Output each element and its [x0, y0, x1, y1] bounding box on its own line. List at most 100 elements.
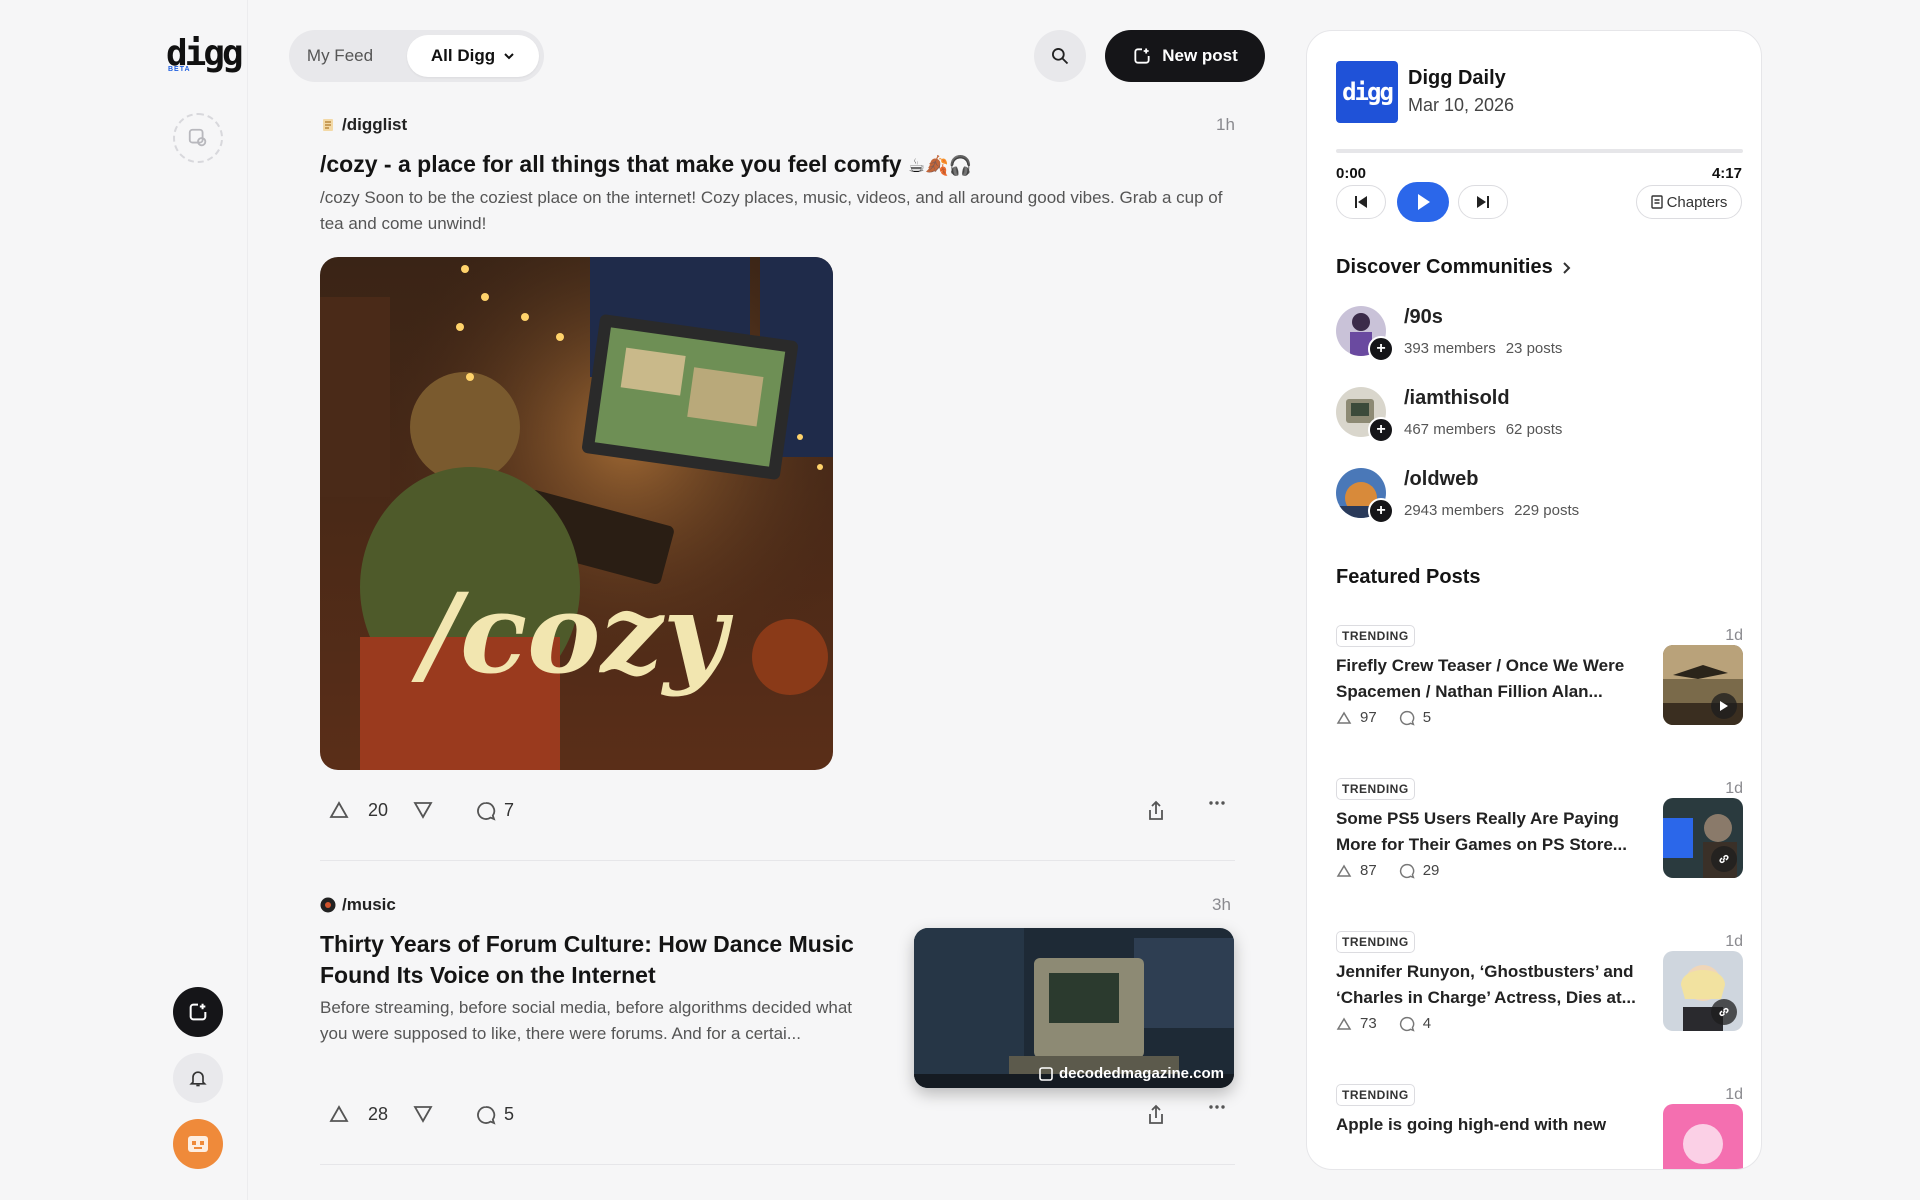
- bell-icon: [189, 1071, 207, 1087]
- post-title-emoji: ☕🍂🎧: [907, 156, 973, 177]
- notifications-button[interactable]: [173, 1053, 223, 1103]
- discover-communities-header[interactable]: Discover Communities: [1336, 256, 1571, 279]
- community-stats: 467 members 62 posts: [1404, 421, 1572, 438]
- comment-icon: [1399, 710, 1415, 726]
- audio-progress-bar[interactable]: [1336, 149, 1743, 153]
- featured-post-item[interactable]: TRENDING 1d Jennifer Runyon, ‘Ghostbuste…: [1336, 931, 1743, 1061]
- beta-label: BETA: [168, 66, 191, 73]
- featured-posts-header: Featured Posts: [1336, 566, 1480, 589]
- upvote-icon: [1336, 864, 1352, 877]
- featured-thumbnail[interactable]: [1663, 645, 1743, 725]
- post-community[interactable]: /digglist: [320, 115, 407, 135]
- comment-count: 4: [1422, 1015, 1432, 1032]
- play-badge: [1711, 693, 1737, 719]
- upvote-icon: [329, 801, 349, 818]
- source-label: decodedmagazine.com: [1039, 1065, 1224, 1082]
- featured-thumbnail[interactable]: [1663, 1104, 1743, 1169]
- share-button[interactable]: [1146, 1104, 1166, 1126]
- featured-post-item[interactable]: TRENDING 1d Apple is going high-end with…: [1336, 1084, 1743, 1169]
- source-domain: decodedmagazine.com: [1058, 1065, 1224, 1082]
- downvote-button[interactable]: [412, 800, 434, 820]
- comments-button[interactable]: 5: [476, 1104, 514, 1125]
- post-thumbnail[interactable]: decodedmagazine.com: [914, 928, 1234, 1088]
- digg-logo[interactable]: digg BETA: [166, 36, 244, 76]
- comment-stat: 29: [1399, 862, 1439, 879]
- previous-button[interactable]: [1336, 185, 1386, 219]
- more-button[interactable]: [1208, 1104, 1226, 1110]
- trending-badge: TRENDING: [1336, 931, 1415, 953]
- featured-stats: 73 4: [1336, 1015, 1431, 1032]
- comment-icon: [1399, 863, 1415, 879]
- featured-thumbnail[interactable]: [1663, 951, 1743, 1031]
- join-community-button[interactable]: +: [1368, 417, 1394, 443]
- join-community-button[interactable]: +: [1368, 498, 1394, 524]
- cozy-image-text: /cozy: [411, 569, 734, 698]
- daily-date: Mar 10, 2026: [1408, 95, 1515, 115]
- digglist-icon: [323, 119, 333, 131]
- community-item-oldweb[interactable]: + /oldweb 2943 members 229 posts: [1336, 468, 1736, 524]
- post-community-label: /digglist: [342, 115, 408, 134]
- next-button[interactable]: [1458, 185, 1508, 219]
- community-name: /oldweb: [1404, 468, 1479, 490]
- post-title[interactable]: /cozy - a place for all things that make…: [320, 149, 1220, 182]
- post-description: Before streaming, before social media, b…: [320, 998, 853, 1043]
- more-button[interactable]: [1208, 800, 1226, 806]
- featured-age: 1d: [1725, 627, 1743, 644]
- create-community-button[interactable]: [173, 113, 223, 163]
- new-post-button[interactable]: New post: [1105, 30, 1265, 82]
- featured-post-item[interactable]: TRENDING 1d Some PS5 Users Really Are Pa…: [1336, 778, 1743, 908]
- upvote-icon: [329, 1105, 349, 1122]
- featured-thumbnail[interactable]: [1663, 798, 1743, 878]
- user-avatar[interactable]: [173, 1119, 223, 1169]
- digg-daily-logo: digg: [1336, 61, 1398, 123]
- chapters-label: Chapters: [1666, 193, 1728, 211]
- post-community-label: /music: [342, 895, 396, 914]
- community-members: 2943 members: [1404, 502, 1505, 519]
- post-description: /cozy Soon to be the coziest place on th…: [320, 188, 1223, 233]
- chevron-right-icon: [1563, 261, 1571, 274]
- comment-icon: [1399, 1016, 1415, 1032]
- share-icon: [1149, 1104, 1163, 1124]
- community-item-90s[interactable]: + /90s 393 members 23 posts: [1336, 306, 1736, 362]
- link-badge: [1711, 846, 1737, 872]
- search-button[interactable]: [1034, 30, 1086, 82]
- community-item-iamthisold[interactable]: + /iamthisold 467 members 62 posts: [1336, 387, 1736, 443]
- downvote-icon: [413, 1106, 433, 1123]
- upvote-stat: 73: [1336, 1015, 1377, 1032]
- trending-badge: TRENDING: [1336, 778, 1415, 800]
- upvote-button[interactable]: [328, 1104, 350, 1124]
- post-actions: 20 7: [320, 800, 1235, 830]
- upvote-stat: 97: [1336, 709, 1377, 726]
- link-icon: [1719, 1007, 1729, 1017]
- downvote-button[interactable]: [412, 1104, 434, 1124]
- featured-stats: 97 5: [1336, 709, 1431, 726]
- link-badge: [1711, 999, 1737, 1025]
- play-button[interactable]: [1397, 182, 1449, 222]
- featured-age: 1d: [1725, 933, 1743, 950]
- tab-my-feed[interactable]: My Feed: [299, 35, 381, 77]
- share-button[interactable]: [1146, 800, 1166, 822]
- post-image[interactable]: /cozy: [320, 257, 833, 770]
- featured-title-text: Jennifer Runyon, ‘Ghostbusters’ and ‘Cha…: [1336, 962, 1636, 1007]
- tab-my-feed-label: My Feed: [306, 46, 374, 65]
- upvote-count: 97: [1360, 709, 1377, 726]
- daily-title[interactable]: Digg Daily: [1408, 67, 1506, 90]
- tab-all-digg[interactable]: All Digg: [407, 35, 539, 77]
- feed-switcher: My Feed All Digg: [289, 30, 544, 82]
- post-time: 1h: [1216, 115, 1235, 134]
- featured-title-text: Some PS5 Users Really Are Paying More fo…: [1336, 809, 1627, 854]
- post-title[interactable]: Thirty Years of Forum Culture: How Dance…: [320, 929, 900, 991]
- post-community[interactable]: /music: [320, 895, 396, 915]
- community-posts: 62 posts: [1505, 421, 1563, 438]
- compose-button[interactable]: [173, 987, 223, 1037]
- comments-button[interactable]: 7: [476, 800, 514, 821]
- featured-title-text: Firefly Crew Teaser / Once We Were Space…: [1336, 656, 1625, 701]
- join-community-button[interactable]: +: [1368, 336, 1394, 362]
- comment-count: 7: [504, 800, 515, 820]
- upvote-button[interactable]: [328, 800, 350, 820]
- more-icon: [1209, 801, 1225, 805]
- play-icon: [1720, 701, 1728, 711]
- chapters-button[interactable]: Chapters: [1636, 185, 1742, 219]
- chat-add-icon: [188, 128, 207, 147]
- featured-post-item[interactable]: TRENDING 1d Firefly Crew Teaser / Once W…: [1336, 625, 1743, 755]
